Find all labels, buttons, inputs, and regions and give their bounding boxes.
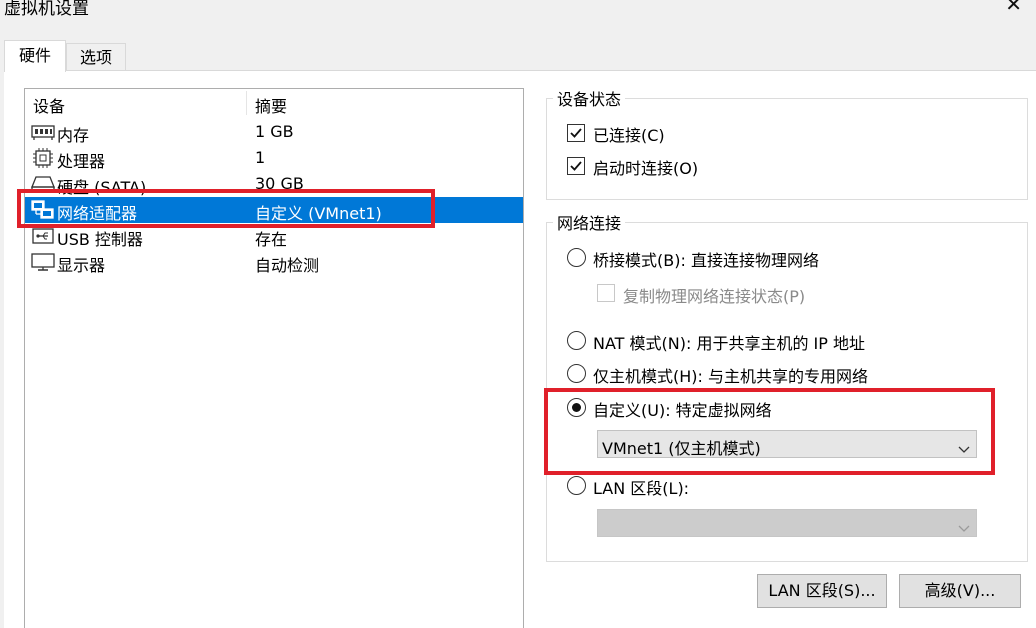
hard-disk-icon [31, 174, 55, 194]
device-status-title: 设备状态 [553, 86, 626, 110]
device-status-group: 设备状态 已连接(C) 启动时连接(O) [546, 86, 1028, 200]
device-name: USB 控制器 [57, 230, 143, 249]
connected-checkbox[interactable] [567, 124, 585, 142]
chevron-down-icon [958, 439, 970, 458]
device-row-network-adapter[interactable]: 网络适配器 自定义 (VMnet1) [25, 197, 523, 223]
connect-at-power-on-checkbox[interactable] [567, 157, 585, 175]
custom-label[interactable]: 自定义(U): 特定虚拟网络 [593, 397, 772, 421]
lan-segment-select[interactable] [597, 509, 977, 537]
nat-radio[interactable] [567, 331, 586, 350]
close-icon[interactable]: ✕ [1005, 0, 1022, 16]
host-only-radio[interactable] [567, 364, 586, 383]
column-header-summary[interactable]: 摘要 [255, 93, 287, 117]
radio-selected-dot [572, 403, 581, 412]
custom-network-value: VMnet1 (仅主机模式) [602, 439, 761, 458]
network-adapter-icon [31, 200, 55, 220]
window-title: 虚拟机设置 [4, 0, 89, 19]
device-summary: 存在 [255, 230, 288, 249]
chevron-down-icon [958, 518, 970, 537]
device-name: 硬盘 (SATA) [57, 178, 147, 197]
device-list-header: 设备 摘要 [25, 89, 523, 117]
bridged-label[interactable]: 桥接模式(B): 直接连接物理网络 [593, 247, 819, 271]
usb-icon [31, 226, 55, 246]
device-summary: 30 GB [255, 174, 304, 193]
device-name: 网络适配器 [57, 204, 138, 223]
replicate-state-checkbox[interactable] [597, 284, 615, 302]
memory-icon [31, 122, 55, 142]
device-name: 显示器 [57, 256, 106, 275]
device-row-memory[interactable]: 内存 1 GB [25, 119, 523, 145]
nat-label[interactable]: NAT 模式(N): 用于共享主机的 IP 地址 [593, 330, 865, 354]
host-only-label[interactable]: 仅主机模式(H): 与主机共享的专用网络 [593, 363, 868, 387]
device-summary: 1 [255, 148, 266, 167]
device-summary: 1 GB [255, 122, 294, 141]
custom-radio[interactable] [567, 398, 586, 417]
tab-options[interactable]: 选项 [66, 43, 126, 71]
column-header-device[interactable]: 设备 [33, 93, 65, 117]
device-name: 内存 [57, 126, 90, 145]
device-row-processor[interactable]: 处理器 1 [25, 145, 523, 171]
column-divider[interactable] [246, 91, 247, 115]
device-summary: 自动检测 [255, 256, 320, 275]
bridged-radio[interactable] [567, 248, 586, 267]
device-name: 处理器 [57, 152, 106, 171]
vm-settings-window: 虚拟机设置 ✕ 硬件 选项 设备 摘要 内存 1 GB 处理器 1 硬盘 (SA… [0, 0, 1036, 628]
device-summary: 自定义 (VMnet1) [255, 204, 382, 223]
device-row-hard-disk[interactable]: 硬盘 (SATA) 30 GB [25, 171, 523, 197]
connected-label[interactable]: 已连接(C) [593, 122, 665, 146]
device-row-display[interactable]: 显示器 自动检测 [25, 249, 523, 275]
lan-segment-label[interactable]: LAN 区段(L): [593, 475, 689, 499]
lan-segments-button[interactable]: LAN 区段(S)... [757, 574, 887, 608]
network-connection-title: 网络连接 [553, 210, 626, 234]
display-icon [31, 252, 55, 272]
network-connection-group: 网络连接 桥接模式(B): 直接连接物理网络 复制物理网络连接状态(P) NAT… [546, 210, 1028, 562]
custom-network-select[interactable]: VMnet1 (仅主机模式) [597, 430, 977, 458]
device-list[interactable]: 设备 摘要 内存 1 GB 处理器 1 硬盘 (SATA) 30 GB 网络适配… [24, 88, 524, 628]
device-row-usb-controller[interactable]: USB 控制器 存在 [25, 223, 523, 249]
connect-at-power-on-label[interactable]: 启动时连接(O) [593, 155, 698, 179]
lan-segment-radio[interactable] [567, 476, 586, 495]
processor-icon [31, 148, 55, 168]
tab-hardware[interactable]: 硬件 [4, 40, 66, 72]
replicate-state-label[interactable]: 复制物理网络连接状态(P) [623, 283, 805, 307]
advanced-button[interactable]: 高级(V)... [899, 574, 1021, 608]
